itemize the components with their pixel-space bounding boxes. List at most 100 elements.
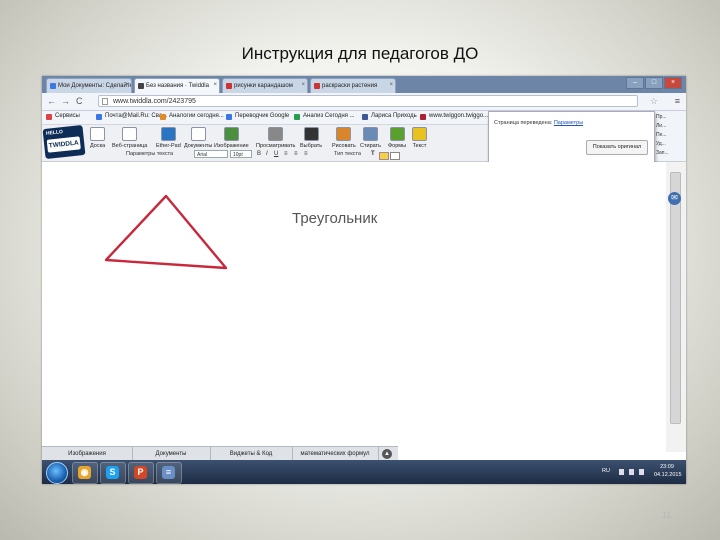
browser-tab[interactable]: рисунки карандашом × [222, 78, 308, 93]
align-center-icon[interactable]: ≡ [294, 150, 298, 159]
taskbar-app-document[interactable]: ≡ [156, 462, 182, 484]
select-tool[interactable]: Выбрать [300, 127, 322, 149]
underline-button[interactable]: U [274, 150, 278, 159]
document-icon: ≡ [162, 466, 175, 479]
bookmark-item[interactable]: Переводчик Google [226, 113, 289, 120]
start-button[interactable] [46, 462, 68, 484]
slide-title: Инструкция для педагогов ДО [241, 44, 479, 63]
clock-date: 04.12.2015 [654, 472, 682, 478]
tool-label: Выбрать [300, 143, 323, 149]
documents-tool-icon [190, 127, 206, 141]
reload-button[interactable]: C [76, 96, 83, 106]
translate-popup-text: Страница переведена: Параметры [494, 120, 583, 126]
bookmark-label: Аналогии сегодня... [169, 113, 224, 119]
bottom-tab[interactable]: Документы [132, 447, 211, 461]
bottom-tab[interactable]: Изображения [42, 447, 133, 461]
maximize-button[interactable]: □ [645, 77, 663, 89]
right-panel-item[interactable]: Пе... [656, 132, 667, 138]
chat-icon[interactable]: ✉ [668, 192, 681, 205]
bookmark-icon [96, 114, 102, 120]
rectangle-shape-icon[interactable] [390, 152, 400, 160]
bookmark-star-icon[interactable]: ☆ [650, 96, 658, 107]
bookmark-item[interactable]: Аналогии сегодня... [160, 113, 224, 120]
align-right-icon[interactable]: ≡ [304, 150, 308, 159]
logo-brand-text: TWIDDLA [46, 136, 81, 153]
bookmark-item[interactable]: Сервисы [46, 113, 80, 120]
tab-close-icon[interactable]: × [389, 82, 393, 88]
board-tool[interactable]: Доска [90, 127, 105, 149]
browser-tab[interactable]: Без названия · Twiddla × [134, 78, 220, 93]
right-panel-item[interactable]: Ли... [656, 123, 666, 129]
bookmark-icon [420, 114, 426, 120]
taskbar-app-chrome[interactable]: ◉ [72, 462, 98, 484]
network-icon[interactable] [619, 469, 624, 475]
erase-tool[interactable]: Стирать [360, 127, 381, 149]
tab-close-icon[interactable]: × [125, 82, 129, 88]
language-indicator[interactable]: RU [602, 468, 610, 474]
menu-icon[interactable]: ≡ [675, 96, 680, 106]
triangle-shape [104, 194, 228, 270]
expand-arrow-icon[interactable]: ▲ [382, 449, 392, 459]
taskbar-app-powerpoint[interactable]: P [128, 462, 154, 484]
bookmark-item[interactable]: Лариса Приходь [362, 113, 417, 120]
highlight-shape-icon[interactable] [379, 152, 389, 160]
draw-tool[interactable]: Рисовать [332, 127, 356, 149]
bookmark-item[interactable]: Почта@Mail.Ru: Сва... [96, 113, 167, 120]
taskbar-app-skype[interactable]: S [100, 462, 126, 484]
tab-close-icon[interactable]: × [213, 82, 217, 88]
browse-tool[interactable]: Просматривать [256, 127, 295, 149]
flag-icon[interactable] [629, 469, 634, 475]
webpage-tool[interactable]: Веб-страница [112, 127, 147, 149]
bookmark-label: Сервисы [55, 113, 80, 119]
right-panel-item[interactable]: Пр... [656, 114, 667, 120]
forward-button[interactable]: → [61, 96, 70, 106]
volume-icon[interactable] [639, 469, 644, 475]
vertical-scrollbar[interactable]: ✉ [666, 162, 686, 452]
text-tool[interactable]: Текст [412, 127, 427, 149]
bold-button[interactable]: B [257, 150, 261, 159]
chrome-icon: ◉ [78, 466, 91, 479]
right-panel-item[interactable]: Уд... [656, 141, 666, 147]
back-button[interactable]: ← [47, 96, 56, 106]
window-controls: – □ × [626, 77, 682, 89]
clock[interactable]: 23:09 04.12.2015 [654, 463, 682, 479]
bookmark-icon [46, 114, 52, 120]
font-select[interactable]: Arial [194, 150, 228, 158]
minimize-button[interactable]: – [626, 77, 644, 89]
skype-icon: S [106, 466, 119, 479]
shapes-label: Тип текста [334, 151, 361, 157]
whiteboard-canvas[interactable]: Треугольник [42, 162, 664, 446]
bookmark-icon [160, 114, 166, 120]
shapes-tool[interactable]: Формы [388, 127, 406, 149]
bottom-tab[interactable]: математических формул [292, 447, 379, 461]
close-window-button[interactable]: × [664, 77, 682, 89]
image-tool[interactable]: Изображение [214, 127, 249, 149]
tool-label: Формы [388, 143, 407, 149]
clock-time: 23:09 [660, 464, 674, 470]
address-bar-row: ← → C www.twiddla.com/2423795 ☆ ≡ [42, 93, 686, 111]
tab-favicon-icon [226, 83, 232, 89]
bookmark-item[interactable]: Анализ Сегодня ... [294, 113, 355, 120]
show-original-button[interactable]: Показать оригинал [586, 140, 648, 155]
documents-tool[interactable]: Документы [184, 127, 212, 149]
translate-options-link[interactable]: Параметры [554, 120, 583, 126]
tool-label: Текст [412, 143, 427, 149]
italic-button[interactable]: I [266, 150, 268, 159]
translated-label: Страница переведена: [494, 120, 553, 126]
browser-tab[interactable]: Мои Документы: Сделайте × [46, 78, 132, 93]
url-input[interactable]: www.twiddla.com/2423795 [98, 95, 638, 107]
right-panel-item[interactable]: Зап... [656, 150, 669, 156]
tab-favicon-icon [314, 83, 320, 89]
bookmark-item[interactable]: www.twiggon.twiggo... [420, 113, 488, 120]
bookmark-icon [226, 114, 232, 120]
etherpad-tool[interactable]: Ether-Pad [156, 127, 181, 149]
erase-tool-icon [362, 127, 378, 141]
align-left-icon[interactable]: ≡ [284, 150, 288, 159]
bottom-tab[interactable]: Виджеты & Код [210, 447, 293, 461]
scrollbar-thumb[interactable] [670, 172, 681, 424]
etherpad-tool-icon [160, 127, 176, 141]
size-select[interactable]: 10pt [230, 150, 252, 158]
browser-tab[interactable]: раскраски растения × [310, 78, 396, 93]
text-tool-icon[interactable]: T [371, 150, 375, 159]
tab-close-icon[interactable]: × [301, 82, 305, 88]
